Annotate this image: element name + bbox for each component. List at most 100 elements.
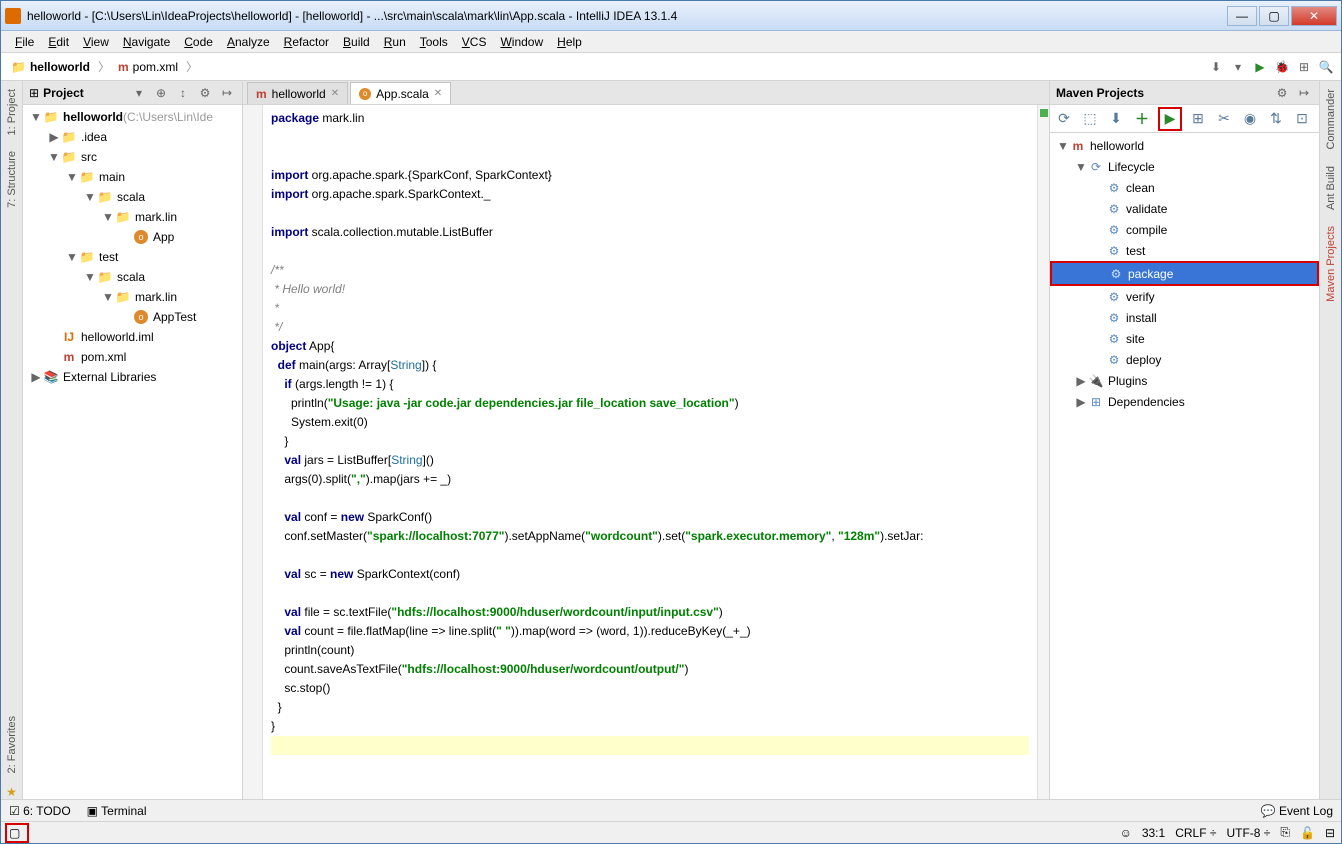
settings-icon[interactable] xyxy=(196,84,214,102)
git-icon[interactable]: ⎘ xyxy=(1280,825,1290,840)
project-tool-tab[interactable]: 1: Project xyxy=(6,85,18,139)
grid-icon[interactable]: ⊞ xyxy=(1295,58,1313,76)
maven-node-plugins[interactable]: ▶🔌Plugins xyxy=(1050,370,1319,391)
menu-edit[interactable]: Edit xyxy=(42,33,75,51)
ant-build-tool-tab[interactable]: Ant Build xyxy=(1325,162,1337,214)
todo-tool[interactable]: ☑ 6: TODO xyxy=(9,804,71,818)
maven-panel: Maven Projects ↦ ⟳ ⬚ ⬇ ＋ ▶ ⊞ ✂ ◉ ⇅ ⊡ ▼mh… xyxy=(1049,81,1319,799)
menu-run[interactable]: Run xyxy=(378,33,412,51)
run-icon[interactable]: ▶ xyxy=(1251,58,1269,76)
maven-node-install[interactable]: ⚙install xyxy=(1050,307,1319,328)
tree-node-main[interactable]: ▼📁main xyxy=(23,167,242,187)
generate-icon[interactable]: ⬚ xyxy=(1080,109,1100,129)
project-sidebar: ⊞ Project ▾ ⊕ ↕ ↦ ▼📁helloworld (C:\Users… xyxy=(23,81,243,799)
highlight-box-statusbar xyxy=(5,823,29,843)
read-only-icon[interactable]: 🔓 xyxy=(1300,826,1315,840)
target-icon[interactable]: ⊕ xyxy=(152,84,170,102)
execute-goal-icon[interactable]: ▶ xyxy=(1160,109,1180,129)
collapse-icon[interactable]: ▾ xyxy=(130,84,148,102)
minimize-button[interactable]: — xyxy=(1227,6,1257,26)
toggle-offline-icon[interactable]: ⊞ xyxy=(1188,109,1208,129)
event-log[interactable]: 💬 Event Log xyxy=(1261,804,1333,818)
search-icon[interactable]: 🔍 xyxy=(1317,58,1335,76)
maven-settings-icon[interactable] xyxy=(1273,84,1291,102)
tree-node-mark-lin[interactable]: ▼📁mark.lin xyxy=(23,207,242,227)
tree-node-src[interactable]: ▼📁src xyxy=(23,147,242,167)
breadcrumb-pom[interactable]: m pom.xml xyxy=(114,58,182,76)
maven-tree[interactable]: ▼mhelloworld▼⟳Lifecycle⚙clean⚙validate⚙c… xyxy=(1050,133,1319,799)
editor-area: mhelloworld✕oApp.scala✕ package mark.lin… xyxy=(243,81,1049,799)
maven-panel-title: Maven Projects xyxy=(1056,86,1269,100)
maven-node-validate[interactable]: ⚙validate xyxy=(1050,198,1319,219)
tree-node-pom-xml[interactable]: mpom.xml xyxy=(23,347,242,367)
maven-node-site[interactable]: ⚙site xyxy=(1050,328,1319,349)
right-tool-gutter: Commander Ant Build Maven Projects xyxy=(1319,81,1341,799)
reimport-icon[interactable]: ⟳ xyxy=(1054,109,1074,129)
menu-vcs[interactable]: VCS xyxy=(456,33,493,51)
menu-refactor[interactable]: Refactor xyxy=(278,33,335,51)
maven-hide-icon[interactable]: ↦ xyxy=(1295,84,1313,102)
maven-node-verify[interactable]: ⚙verify xyxy=(1050,286,1319,307)
tree-node-scala[interactable]: ▼📁scala xyxy=(23,267,242,287)
breadcrumb-helloworld[interactable]: 📁 helloworld xyxy=(7,58,94,76)
tree-node-test[interactable]: ▼📁test xyxy=(23,247,242,267)
tree-node-external-libraries[interactable]: ▶📚External Libraries xyxy=(23,367,242,387)
maven-node-clean[interactable]: ⚙clean xyxy=(1050,177,1319,198)
encoding[interactable]: UTF-8 ÷ xyxy=(1226,826,1270,840)
add-icon[interactable]: ＋ xyxy=(1132,109,1152,129)
memory-icon[interactable]: ⊟ xyxy=(1325,826,1335,840)
maven-node-deploy[interactable]: ⚙deploy xyxy=(1050,349,1319,370)
terminal-tool[interactable]: ▣ Terminal xyxy=(87,804,147,818)
menu-analyze[interactable]: Analyze xyxy=(221,33,276,51)
close-button[interactable]: ✕ xyxy=(1291,6,1337,26)
hector-icon[interactable]: ☺ xyxy=(1120,826,1132,840)
download-icon[interactable]: ⬇ xyxy=(1106,109,1126,129)
tree-node-app[interactable]: oApp xyxy=(23,227,242,247)
maven-node-lifecycle[interactable]: ▼⟳Lifecycle xyxy=(1050,156,1319,177)
menu-view[interactable]: View xyxy=(77,33,115,51)
structure-tool-tab[interactable]: 7: Structure xyxy=(6,147,18,212)
code-editor[interactable]: package mark.lin import org.apache.spark… xyxy=(243,105,1049,799)
hide-icon[interactable]: ↦ xyxy=(218,84,236,102)
close-tab-icon[interactable]: ✕ xyxy=(434,88,442,99)
tree-node-scala[interactable]: ▼📁scala xyxy=(23,187,242,207)
favorites-tool-tab[interactable]: 2: Favorites xyxy=(6,712,18,777)
commander-tool-tab[interactable]: Commander xyxy=(1325,85,1337,154)
debug-icon[interactable]: 🐞 xyxy=(1273,58,1291,76)
maven-node-dependencies[interactable]: ▶⊞Dependencies xyxy=(1050,391,1319,412)
tree-node-helloworld[interactable]: ▼📁helloworld (C:\Users\Lin\Ide xyxy=(23,107,242,127)
status-bar: ▢ ☺ 33:1 CRLF ÷ UTF-8 ÷ ⎘ 🔓 ⊟ xyxy=(1,821,1341,843)
tree-node--idea[interactable]: ▶📁.idea xyxy=(23,127,242,147)
tree-node-apptest[interactable]: oAppTest xyxy=(23,307,242,327)
menu-code[interactable]: Code xyxy=(178,33,219,51)
menu-tools[interactable]: Tools xyxy=(414,33,454,51)
editor-tabs: mhelloworld✕oApp.scala✕ xyxy=(243,81,1049,105)
maven-node-package[interactable]: ⚙package xyxy=(1052,263,1317,284)
window-title: helloworld - [C:\Users\Lin\IdeaProjects\… xyxy=(27,9,1225,23)
maven-node-compile[interactable]: ⚙compile xyxy=(1050,219,1319,240)
sort-icon[interactable]: ↕ xyxy=(174,84,192,102)
maven-node-test[interactable]: ⚙test xyxy=(1050,240,1319,261)
tab-app-scala[interactable]: oApp.scala✕ xyxy=(350,82,451,104)
menu-file[interactable]: File xyxy=(9,33,40,51)
menu-help[interactable]: Help xyxy=(551,33,588,51)
run-target-icon[interactable]: ▾ xyxy=(1229,58,1247,76)
maximize-button[interactable]: ▢ xyxy=(1259,6,1289,26)
skip-tests-icon[interactable]: ✂ xyxy=(1214,109,1234,129)
tab-helloworld[interactable]: mhelloworld✕ xyxy=(247,82,348,104)
menu-build[interactable]: Build xyxy=(337,33,376,51)
maven-projects-tool-tab[interactable]: Maven Projects xyxy=(1325,222,1337,306)
menu-navigate[interactable]: Navigate xyxy=(117,33,176,51)
maven-options-icon[interactable]: ⊡ xyxy=(1292,109,1312,129)
close-tab-icon[interactable]: ✕ xyxy=(331,88,339,99)
tree-node-helloworld-iml[interactable]: IJhelloworld.iml xyxy=(23,327,242,347)
maven-node-helloworld[interactable]: ▼mhelloworld xyxy=(1050,135,1319,156)
project-tree[interactable]: ▼📁helloworld (C:\Users\Lin\Ide▶📁.idea▼📁s… xyxy=(23,105,242,799)
cursor-position: 33:1 xyxy=(1142,826,1165,840)
profiles-icon[interactable]: ◉ xyxy=(1240,109,1260,129)
make-icon[interactable]: ⬇ xyxy=(1207,58,1225,76)
collapse-all-icon[interactable]: ⇅ xyxy=(1266,109,1286,129)
line-ending[interactable]: CRLF ÷ xyxy=(1175,826,1216,840)
menu-window[interactable]: Window xyxy=(494,33,549,51)
tree-node-mark-lin[interactable]: ▼📁mark.lin xyxy=(23,287,242,307)
